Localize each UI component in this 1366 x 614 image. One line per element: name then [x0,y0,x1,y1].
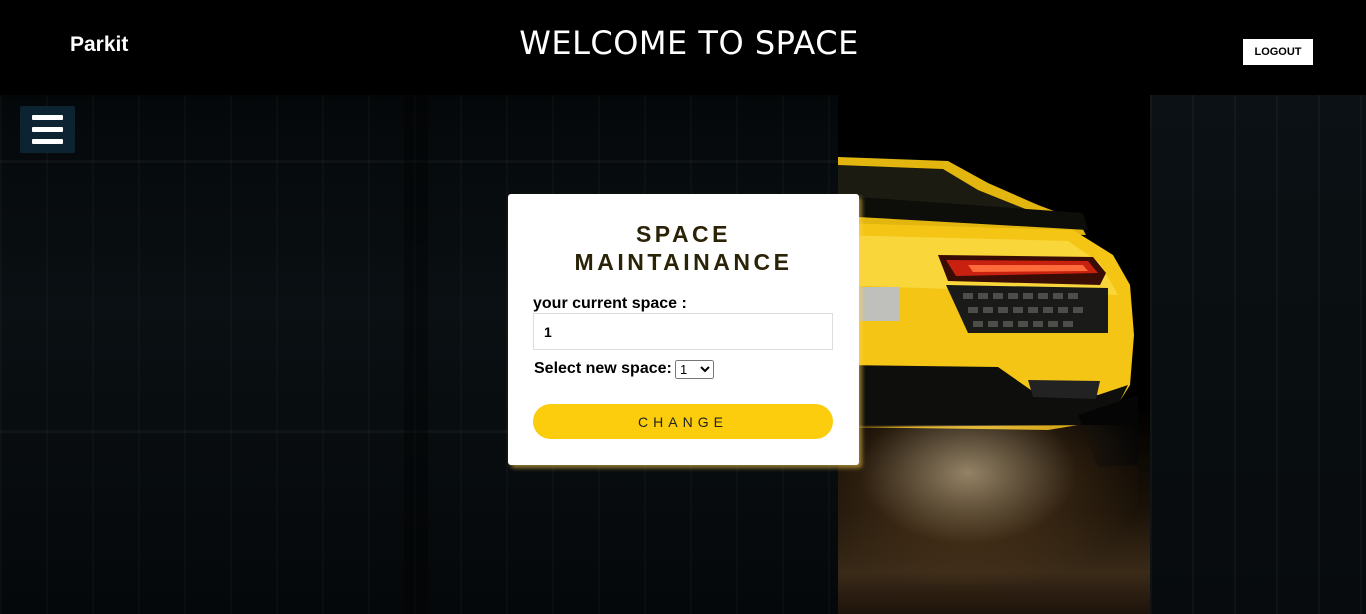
page-title: WELCOME TO SPACE [519,24,859,62]
change-button[interactable]: CHANGE [533,404,833,439]
form-title-line-2: MAINTAINANCE [574,249,793,275]
floor-light [838,425,1138,585]
logout-button[interactable]: LOGOUT [1243,39,1313,65]
form-title-line-1: SPACE [635,221,732,247]
garage-right-wall [1150,95,1366,614]
current-space-input[interactable] [533,313,833,350]
car-image [838,95,1150,614]
space-maintenance-form: SPACE MAINTAINANCE your current space : … [508,194,859,465]
current-space-label: your current space : [533,295,687,312]
new-space-label: Select new space: [534,360,672,377]
form-title: SPACE MAINTAINANCE [508,220,859,276]
menu-toggle-button[interactable] [20,106,75,153]
wall-pillar [404,95,428,614]
new-space-select[interactable]: 1 [675,360,714,379]
